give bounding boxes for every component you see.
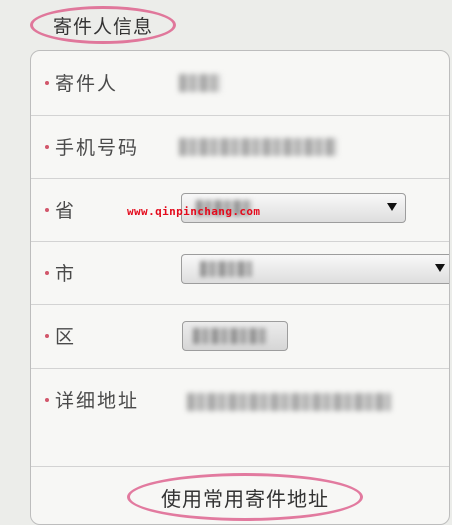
sender-name-label: 寄件人 bbox=[55, 73, 119, 95]
province-label: 省 bbox=[55, 200, 77, 222]
district-row: 区 bbox=[31, 304, 449, 369]
use-common-address-button[interactable]: 使用常用寄件地址 bbox=[127, 473, 363, 521]
site-watermark: www.qinpinchang.com bbox=[127, 205, 261, 218]
required-dot bbox=[45, 398, 49, 402]
sender-info-form: 寄件人 手机号码 省 市 区 详细地址 使用常用寄件地址 bbox=[30, 50, 450, 525]
phone-number-label: 手机号码 bbox=[55, 137, 140, 159]
district-selected-value bbox=[193, 328, 267, 344]
sender-info-title: 寄件人信息 bbox=[30, 6, 176, 44]
phone-number-input[interactable] bbox=[179, 138, 337, 156]
city-label: 市 bbox=[55, 263, 77, 285]
detailed-address-label: 详细地址 bbox=[55, 390, 140, 412]
required-dot bbox=[45, 145, 49, 149]
district-select[interactable] bbox=[182, 321, 288, 351]
required-dot bbox=[45, 271, 49, 275]
address-actions: 使用常用寄件地址 bbox=[31, 466, 449, 524]
detailed-address-input[interactable] bbox=[187, 393, 391, 411]
required-dot bbox=[45, 208, 49, 212]
dropdown-arrow-icon bbox=[435, 264, 445, 272]
city-select[interactable] bbox=[181, 254, 449, 284]
required-dot bbox=[45, 81, 49, 85]
dropdown-arrow-icon bbox=[387, 203, 397, 211]
required-dot bbox=[45, 334, 49, 338]
sender-name-input[interactable] bbox=[179, 74, 221, 92]
district-label: 区 bbox=[55, 326, 77, 348]
city-row: 市 bbox=[31, 241, 449, 305]
phone-number-row: 手机号码 bbox=[31, 115, 449, 179]
sender-name-row: 寄件人 bbox=[31, 51, 449, 116]
city-selected-value bbox=[200, 261, 252, 277]
detailed-address-row: 详细地址 bbox=[31, 368, 449, 467]
